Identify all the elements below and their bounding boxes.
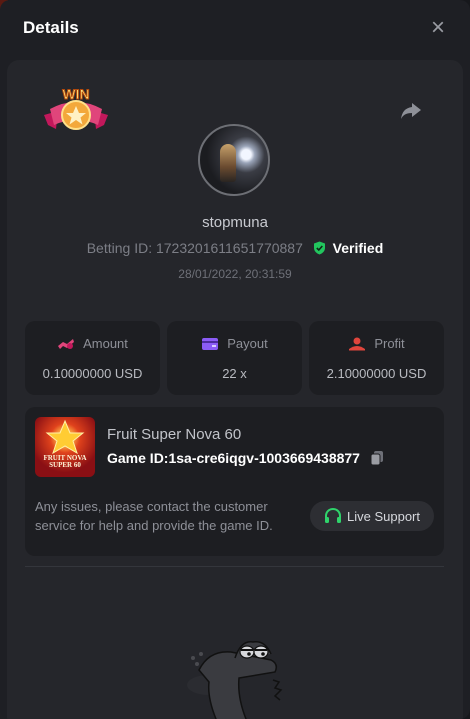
close-icon[interactable]: × <box>428 16 448 40</box>
verified-shield-icon <box>313 241 325 255</box>
stat-profit-label: Profit <box>374 336 405 351</box>
game-thumbnail-text: FRUIT NOVA SUPER 60 <box>43 454 87 469</box>
stat-profit: Profit 2.10000000 USD <box>309 321 444 395</box>
amount-icon <box>58 339 75 349</box>
game-thumbnail[interactable]: FRUIT NOVA SUPER 60 <box>35 417 95 477</box>
modal-header: Details × <box>0 0 470 58</box>
username: stopmuna <box>202 214 268 231</box>
stat-amount-value: 0.10000000 USD <box>42 366 143 381</box>
bet-datetime: 28/01/2022, 20:31:59 <box>178 267 292 281</box>
verified-label: Verified <box>332 240 384 256</box>
game-id-label: Game ID: <box>107 450 169 466</box>
stat-amount-label: Amount <box>83 336 128 351</box>
avatar-figure <box>220 144 236 182</box>
win-badge-icon: WIN <box>44 86 108 130</box>
stat-payout: Payout 22 x <box>167 321 302 395</box>
modal-title: Details <box>23 18 79 37</box>
stat-amount: Amount 0.10000000 USD <box>25 321 160 395</box>
stat-profit-value: 2.10000000 USD <box>326 366 427 381</box>
bet-details-card: WIN stopmuna Betting ID: 172320161165177… <box>7 60 463 719</box>
betting-id-line: Betting ID: 1723201611651770887 Verified <box>7 240 463 256</box>
details-modal: Details × WIN stopmuna Betting ID: 17232… <box>0 0 470 719</box>
game-id-value: 1sa-cre6iqgv-1003669438877 <box>168 450 360 466</box>
profit-icon <box>349 337 366 351</box>
stat-payout-label: Payout <box>227 336 268 351</box>
support-help-text: Any issues, please contact the customer … <box>35 499 273 533</box>
svg-text:WIN: WIN <box>62 86 89 102</box>
share-icon[interactable] <box>400 100 422 122</box>
avatar <box>198 124 270 196</box>
headset-icon <box>325 508 341 523</box>
game-id-line: Game ID:1sa-cre6iqgv-1003669438877 <box>107 450 384 466</box>
stat-payout-value: 22 x <box>222 366 247 381</box>
crocodile-mascot-icon <box>187 641 283 719</box>
game-info-box: FRUIT NOVA SUPER 60 Fruit Super Nova 60 … <box>25 407 444 556</box>
live-support-button[interactable]: Live Support <box>310 501 434 531</box>
game-name: Fruit Super Nova 60 <box>107 426 242 443</box>
divider <box>25 566 444 567</box>
copy-icon[interactable] <box>370 450 384 466</box>
star-fruit-icon <box>45 419 85 455</box>
payout-icon <box>202 338 219 350</box>
betting-id-label: Betting ID: <box>86 240 153 256</box>
betting-id-value: 1723201611651770887 <box>155 240 303 256</box>
live-support-label: Live Support <box>347 509 420 524</box>
